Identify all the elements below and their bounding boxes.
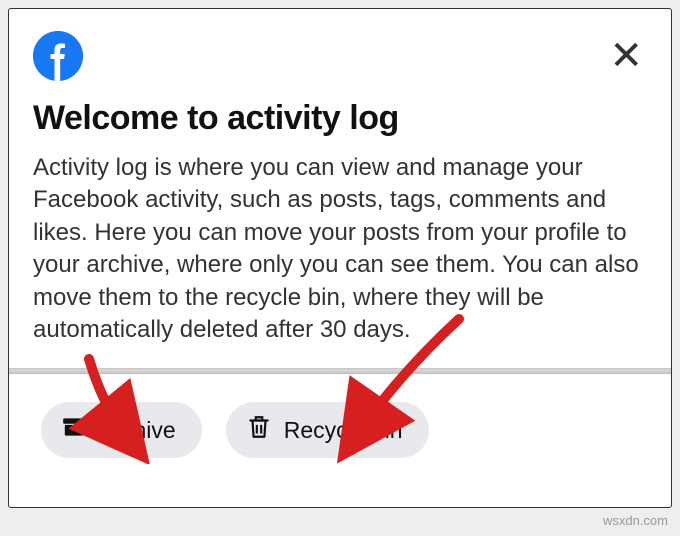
dialog-header: ✕ xyxy=(33,31,647,81)
action-buttons: Archive Recycle bin xyxy=(33,402,647,458)
facebook-logo-icon xyxy=(33,31,83,81)
watermark: wsxdn.com xyxy=(603,513,668,528)
dialog-description: Activity log is where you can view and m… xyxy=(33,152,647,346)
recycle-bin-label: Recycle bin xyxy=(284,417,403,444)
activity-log-welcome-dialog: ✕ Welcome to activity log Activity log i… xyxy=(8,8,672,508)
archive-button[interactable]: Archive xyxy=(41,402,202,458)
archive-icon xyxy=(61,414,87,446)
dialog-title: Welcome to activity log xyxy=(33,99,647,138)
archive-label: Archive xyxy=(99,417,176,444)
recycle-bin-button[interactable]: Recycle bin xyxy=(226,402,429,458)
close-button[interactable]: ✕ xyxy=(605,32,647,80)
divider xyxy=(9,368,671,374)
trash-icon xyxy=(246,414,272,446)
